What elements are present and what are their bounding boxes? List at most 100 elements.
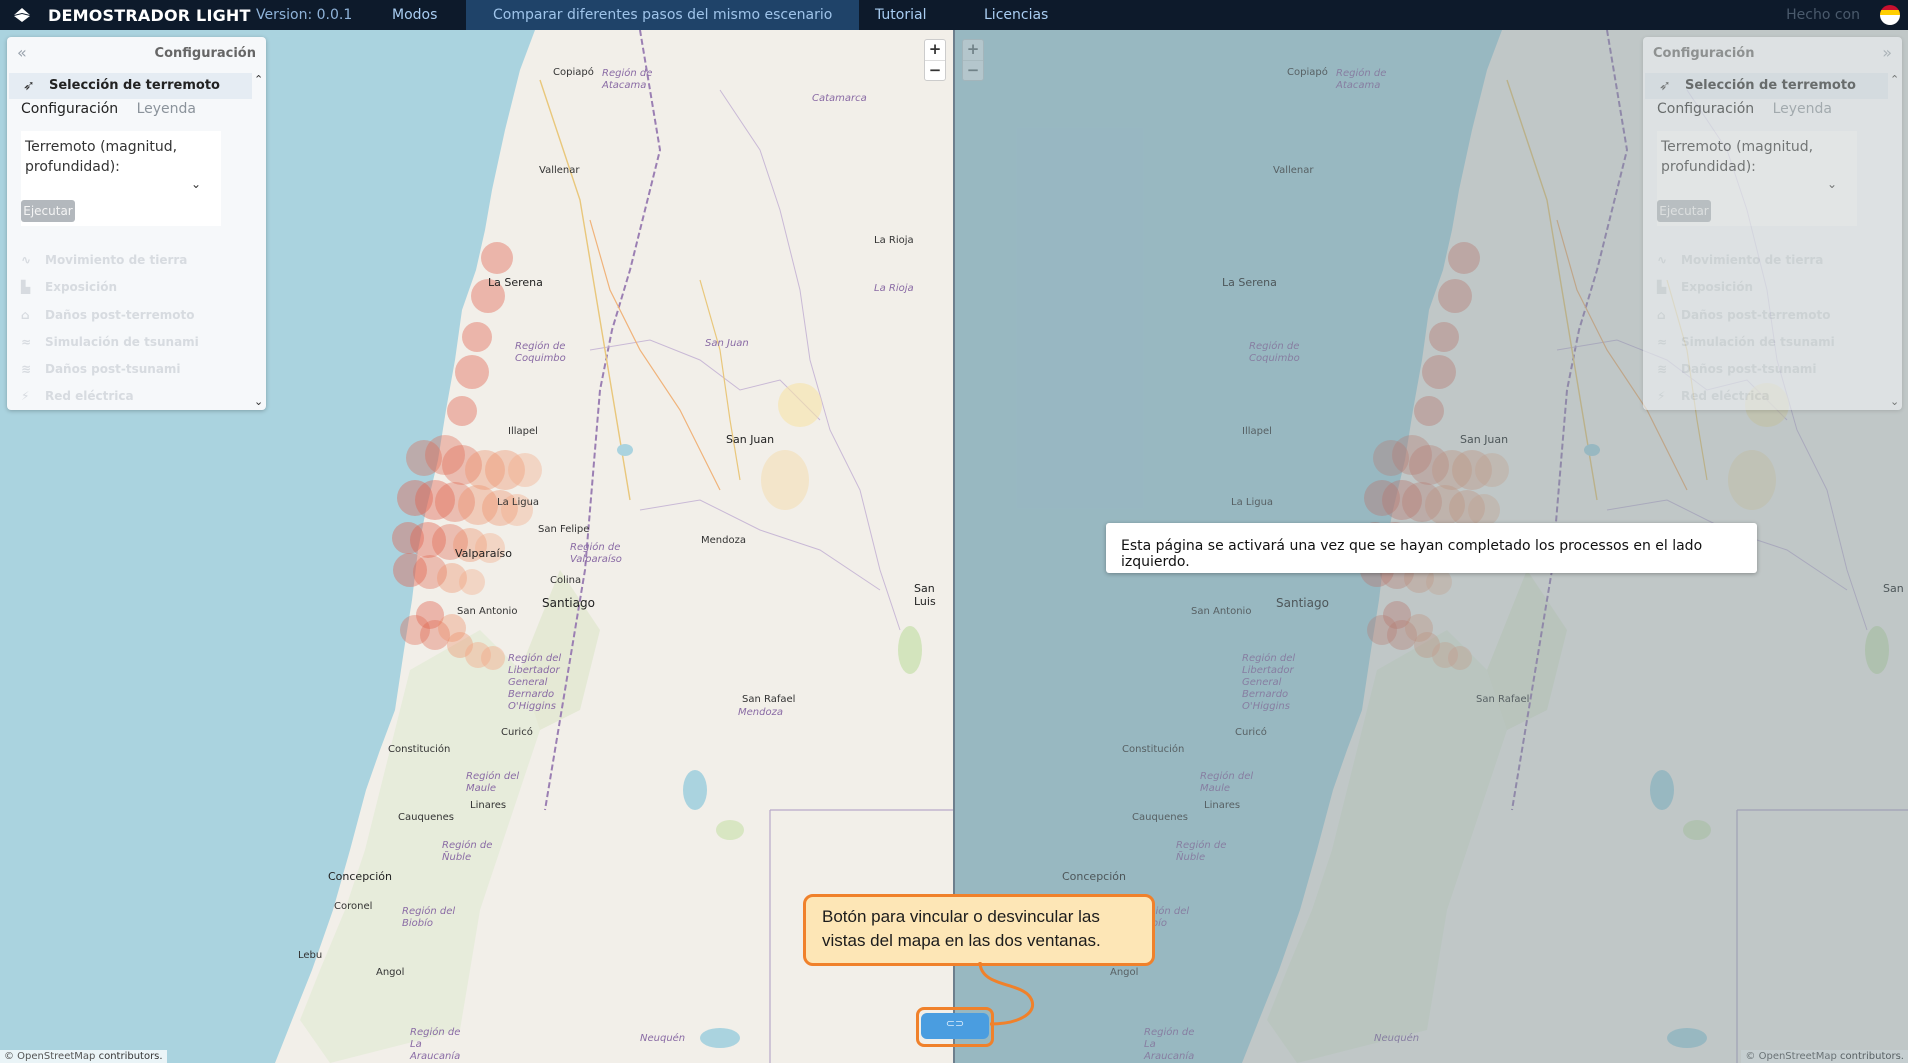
step-tsunami: ≈ Simulación de tsunami [1657, 329, 1835, 356]
run-button: Ejecutar [1657, 200, 1711, 222]
step-danos-terremoto: ⌂ Daños post-terremoto [1657, 302, 1835, 329]
damage-icon: ⌂ [1657, 307, 1666, 322]
panel-tabs: Configuración Leyenda [21, 101, 210, 117]
step-danos-tsunami[interactable]: ≋ Daños post-tsunami [21, 356, 199, 383]
scroll-up-icon: ⌃ [1890, 73, 1900, 86]
label-region-ohiggins: Región del Libertador General Bernardo O… [508, 653, 562, 712]
pin-icon: ➶ [1659, 78, 1671, 94]
chevron-down-icon[interactable]: ⌄ [191, 177, 201, 191]
panel-header: Configuración » [1643, 37, 1902, 69]
label-region-biobio: Región del Biobío [402, 906, 456, 929]
nav-licencias[interactable]: Licencias [957, 0, 1075, 30]
label-la-rioja-prov: La Rioja [874, 283, 914, 294]
link-icon: ⊂⊃ [945, 1017, 965, 1030]
step-tsunami[interactable]: ≈ Simulación de tsunami [21, 329, 199, 356]
flag-icon [1880, 5, 1900, 25]
seismograph-icon: ∿ [21, 253, 32, 267]
step-danos-terremoto[interactable]: ⌂ Daños post-terremoto [21, 302, 199, 329]
step-label: Daños post-tsunami [1681, 362, 1817, 377]
panel-title: Configuración [154, 46, 256, 61]
run-button[interactable]: Ejecutar [21, 200, 75, 222]
step-label: Simulación de tsunami [45, 334, 199, 349]
tab-configuracion: Configuración [1657, 101, 1755, 117]
seismograph-icon: ∿ [1657, 253, 1668, 267]
panel-tabs: Configuración Leyenda [1657, 101, 1846, 117]
pin-icon: ➶ [23, 78, 35, 94]
label-region-maule: Región del Maule [466, 771, 520, 794]
label-constitucion: Constitución [388, 744, 451, 755]
selected-step-label: Selección de terremoto [1685, 78, 1856, 93]
app-brand: DEMOSTRADOR LIGHT [48, 6, 251, 25]
label-region-coquimbo: Región de Coquimbo [515, 341, 566, 364]
nav-comparar[interactable]: Comparar diferentes pasos del mismo esce… [466, 0, 860, 30]
label-region-nuble: Región de Ñuble [442, 840, 493, 863]
scroll-up-icon[interactable]: ⌃ [254, 73, 263, 86]
building-icon: ▙ [1657, 280, 1667, 295]
scroll-down-icon: ⌄ [1890, 395, 1900, 408]
panel-title: Configuración [1653, 46, 1755, 61]
made-with-label: Hecho con [1786, 7, 1860, 23]
step-danos-tsunami: ≋ Daños post-tsunami [1657, 356, 1835, 383]
label-colina: Colina [550, 575, 582, 586]
label-region-araucania: Región de La Araucanía [410, 1027, 461, 1062]
label-mendoza: Mendoza [701, 535, 746, 546]
step-label: Daños post-terremoto [1681, 307, 1831, 322]
nav-tutorial[interactable]: Tutorial [848, 0, 953, 30]
step-label: Daños post-terremoto [45, 307, 195, 322]
label-region-valparaiso: Región de Valparaíso [570, 542, 622, 565]
panel-header: « Configuración [7, 37, 266, 69]
tutorial-callout: Botón para vincular o desvincular las vi… [803, 894, 1155, 966]
tab-leyenda: Leyenda [1772, 101, 1833, 117]
building-icon: ▙ [21, 280, 31, 295]
label-lebu: Lebu [298, 950, 323, 961]
step-exposicion[interactable]: ▙ Exposición [21, 274, 199, 301]
power-icon: ⚡ [1657, 389, 1666, 404]
selected-step: ➶ Selección de terremoto [1645, 73, 1888, 99]
damage-icon: ⌂ [21, 307, 30, 322]
map-attribution: © OpenStreetMap contributors. [0, 1050, 167, 1063]
step-movimiento: ∿ Movimiento de tierra [1657, 247, 1835, 274]
step-list: ∿ Movimiento de tierra ▙ Exposición ⌂ Daños… [21, 247, 199, 410]
step-label: Red eléctrica [1681, 389, 1770, 404]
selected-step[interactable]: ➶ Selección de terremoto [9, 73, 252, 99]
right-pending-message: Esta página se activará una vez que se h… [1106, 523, 1757, 573]
step-movimiento[interactable]: ∿ Movimiento de tierra [21, 247, 199, 274]
step-exposicion: ▙ Exposición [1657, 274, 1835, 301]
link-maps-button[interactable]: ⊂⊃ [921, 1013, 989, 1039]
label-neuquen: Neuquén [640, 1033, 686, 1044]
tab-leyenda[interactable]: Leyenda [137, 101, 196, 117]
label-la-serena: La Serena [488, 276, 543, 289]
step-label: Exposición [45, 280, 118, 295]
nav-modos[interactable]: Modos [365, 0, 464, 30]
top-navigation-bar: DEMOSTRADOR LIGHT Version: 0.0.1 Modos C… [0, 0, 1908, 30]
label-san-juan-city: San Juan [726, 433, 775, 446]
tab-configuracion[interactable]: Configuración [21, 101, 118, 117]
attribution-link[interactable]: © OpenStreetMap [4, 1051, 95, 1062]
earthquake-label: Terremoto (magnitud, profundidad): [25, 139, 178, 175]
panel-scrollbar[interactable]: ⌃ ⌄ [252, 73, 266, 410]
panel-scrollbar: ⌃ ⌄ [1888, 73, 1902, 410]
left-zoom-in-button[interactable]: + [925, 40, 945, 60]
label-la-ligua: La Ligua [497, 497, 540, 508]
label-vallenar: Vallenar [539, 165, 580, 176]
right-config-panel: Configuración » ➶ Selección de terremoto… [1643, 37, 1902, 410]
power-icon: ⚡ [21, 389, 30, 404]
label-coronel: Coronel [334, 901, 373, 912]
label-copiapo: Copiapó [553, 67, 594, 78]
label-san-luis: San Luis [914, 582, 936, 608]
wave-damage-icon: ≋ [1657, 362, 1668, 377]
label-angol: Angol [376, 967, 405, 978]
collapse-right-icon: » [1882, 43, 1892, 62]
label-region-atacama: Región de Atacama [602, 68, 653, 91]
left-zoom-out-button[interactable]: − [925, 60, 945, 80]
step-label: Exposición [1681, 280, 1754, 295]
collapse-left-icon[interactable]: « [17, 43, 27, 62]
attribution-suffix: contributors. [98, 1051, 163, 1062]
step-red-electrica[interactable]: ⚡ Red eléctrica [21, 383, 199, 410]
label-illapel: Illapel [508, 426, 538, 437]
step-label: Movimiento de tierra [1681, 253, 1824, 267]
selected-step-label: Selección de terremoto [49, 78, 220, 93]
scroll-down-icon[interactable]: ⌄ [254, 395, 263, 408]
label-san-juan-prov: San Juan [705, 338, 749, 349]
step-list: ∿ Movimiento de tierra ▙ Exposición ⌂ Daños… [1657, 247, 1835, 410]
